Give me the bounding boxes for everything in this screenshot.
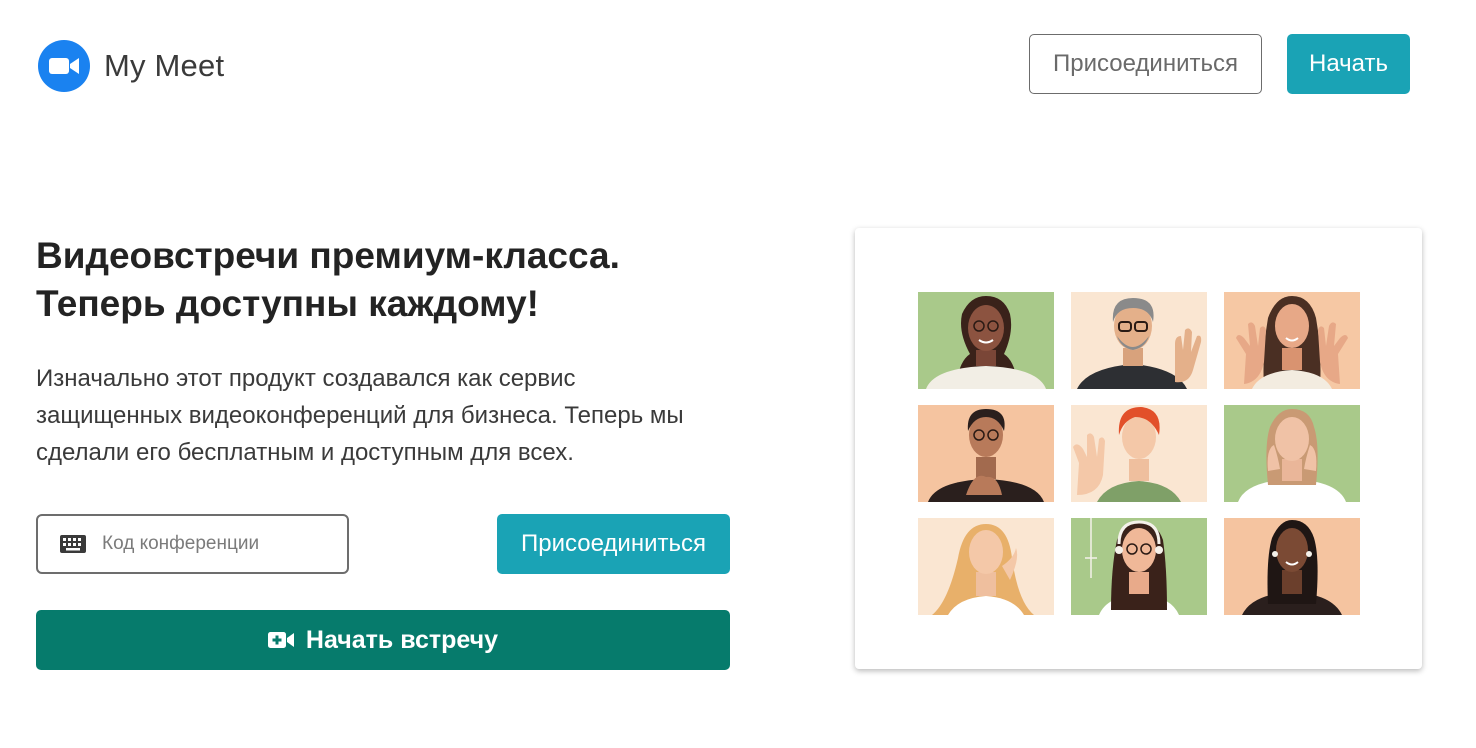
app-name: My Meet [104, 48, 225, 83]
participant-tile [918, 518, 1054, 615]
start-button-header[interactable]: Начать [1287, 34, 1410, 94]
join-button[interactable]: Присоединиться [497, 514, 730, 574]
hero-title: Видеовстречи премиум-класса. Теперь дост… [36, 232, 796, 328]
participant-tile [1071, 518, 1207, 615]
participant-tile [1071, 292, 1207, 389]
start-meeting-button[interactable]: Начать встречу [36, 610, 730, 670]
conference-code-field[interactable] [36, 514, 349, 574]
participant-tile [918, 405, 1054, 502]
conference-code-input[interactable] [100, 532, 330, 556]
hero-description-line: сделали его бесплатным и доступным для в… [36, 439, 574, 466]
participant-tile [918, 292, 1054, 389]
start-meeting-label: Начать встречу [305, 625, 499, 654]
participant-tile [1224, 292, 1360, 389]
illustration-card [855, 228, 1422, 669]
hero-description-line: Изначально этот продукт создавался как с… [36, 365, 576, 392]
keyboard-icon [60, 535, 86, 553]
top-header: My Meet Присоединиться Начать [0, 0, 1476, 130]
participant-tile [1071, 405, 1207, 502]
video-plus-icon [267, 631, 294, 649]
join-button-header[interactable]: Присоединиться [1029, 34, 1262, 94]
participant-tile [1224, 518, 1360, 615]
participant-tile [1224, 405, 1360, 502]
hero-title-line: Теперь доступны каждому! [36, 283, 539, 324]
hero-description: Изначально этот продукт создавался как с… [36, 360, 756, 471]
hero-description-line: защищенных видеоконференций для бизнеса.… [36, 402, 684, 429]
video-camera-icon [38, 40, 90, 92]
logo[interactable]: My Meet [38, 40, 224, 92]
hero-title-line: Видеовстречи премиум-класса. [36, 235, 620, 276]
